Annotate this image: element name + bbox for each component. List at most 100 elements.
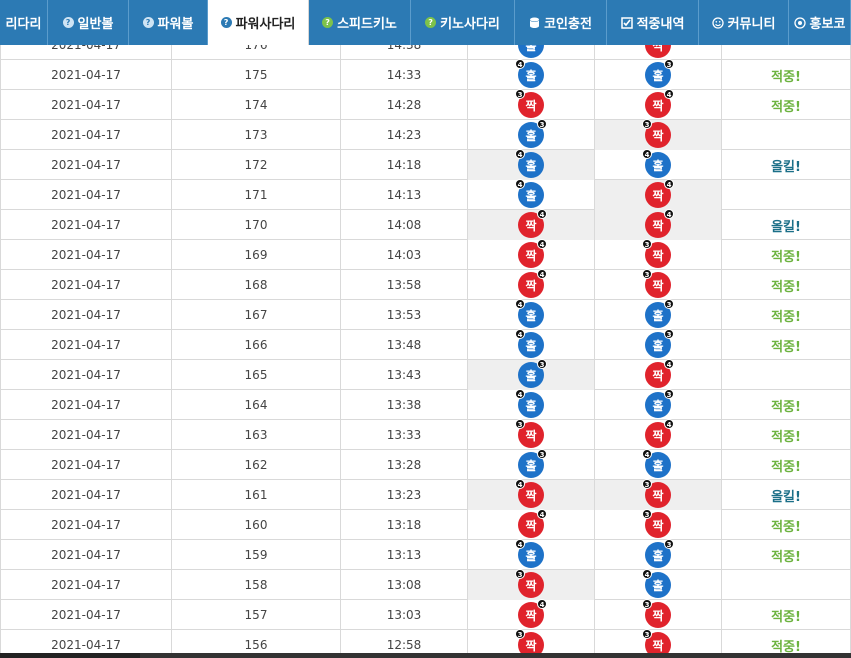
ball-label: 짝 — [652, 98, 664, 113]
even-ball: 짝3 — [515, 419, 544, 448]
ball-label: 홀 — [525, 548, 537, 563]
result-cell: 홀3 — [468, 119, 595, 150]
nav-item-8[interactable]: 커뮤니티 — [699, 0, 789, 45]
pick-cell: 짝4 — [595, 419, 722, 450]
nav-item-label: 스피드키노 — [337, 17, 397, 32]
ball-label: 홀 — [525, 128, 537, 143]
date-cell: 2021-04-17 — [0, 420, 172, 450]
nav-item-2[interactable]: ? 파워볼 — [129, 0, 208, 45]
nav-item-6[interactable]: 코인충전 — [515, 0, 607, 45]
nav-item-label: 적중내역 — [636, 17, 685, 32]
hit-status: 적중! — [722, 600, 851, 630]
date-cell: 2021-04-17 — [0, 180, 172, 210]
table-row: 2021-04-17 162 13:28 홀 3 홀 4 적중! — [0, 449, 851, 480]
ball-count-badge: 4 — [515, 299, 525, 309]
bottom-scrollbar[interactable] — [0, 653, 851, 658]
hit-status: 올킬! — [722, 150, 851, 180]
odd-ball: 홀4 — [515, 149, 544, 178]
nav-item-9[interactable]: 홍보코 — [789, 0, 851, 45]
odd-ball: 홀3 — [645, 299, 674, 328]
pick-cell: 짝4 — [595, 179, 722, 210]
hit-status: 적중! — [722, 60, 851, 90]
table-row: 2021-04-17 159 13:13 홀 4 홀 3 적중! — [0, 539, 851, 570]
result-cell: 짝4 — [468, 269, 595, 300]
ball-count-badge: 4 — [515, 179, 525, 189]
date-cell: 2021-04-17 — [0, 600, 172, 630]
table-row: 2021-04-17 158 13:08 짝 3 홀 4 — [0, 569, 851, 600]
round-cell: 167 — [172, 300, 341, 330]
round-cell: 172 — [172, 150, 341, 180]
nav-item-4[interactable]: ? 스피드키노 — [309, 0, 411, 45]
time-cell: 13:53 — [341, 300, 468, 330]
pick-cell: 짝3 — [595, 479, 722, 510]
round-cell: 157 — [172, 600, 341, 630]
result-cell: 짝3 — [468, 629, 595, 653]
time-cell: 14:13 — [341, 180, 468, 210]
result-cell: 홀4 — [468, 299, 595, 330]
result-cell: 홀4 — [468, 59, 595, 90]
round-cell: 168 — [172, 270, 341, 300]
even-ball: 짝3 — [515, 629, 544, 653]
date-cell: 2021-04-17 — [0, 60, 172, 90]
ball-label: 짝 — [525, 248, 537, 263]
table-row: 2021-04-17 167 13:53 홀 4 홀 3 적중! — [0, 299, 851, 330]
hit-status: 적중! — [722, 330, 851, 360]
ball-count-badge: 4 — [664, 419, 674, 429]
pick-cell: 짝4 — [595, 359, 722, 390]
time-cell: 14:38 — [341, 45, 468, 60]
time-cell: 13:28 — [341, 450, 468, 480]
time-cell: 13:03 — [341, 600, 468, 630]
question-circle-icon: ? — [425, 17, 437, 28]
round-cell: 170 — [172, 210, 341, 240]
top-nav: 리다리? 일반볼? 파워볼? 파워사다리? 스피드키노? 키노사다리 코인충전 적중내역 커뮤니… — [0, 0, 851, 45]
time-cell: 13:23 — [341, 480, 468, 510]
hit-status: 적중! — [722, 90, 851, 120]
result-cell: 홀4 — [468, 149, 595, 180]
even-ball: 짝3 — [515, 569, 544, 598]
pick-cell: 짝3 — [595, 239, 722, 270]
pick-cell: 홀4 — [595, 569, 722, 600]
time-cell: 13:43 — [341, 360, 468, 390]
ball-count-badge: 4 — [642, 449, 652, 459]
ball-label: 짝 — [652, 368, 664, 383]
odd-ball: 홀3 — [645, 329, 674, 358]
nav-item-0[interactable]: 리다리 — [0, 0, 48, 45]
round-cell: 174 — [172, 90, 341, 120]
ball-count-badge: 4 — [664, 89, 674, 99]
table-row: 2021-04-17 163 13:33 짝 3 짝 4 적중! — [0, 419, 851, 450]
ball-label: 짝 — [525, 518, 537, 533]
nav-item-label: 키노사다리 — [440, 17, 500, 32]
time-cell: 13:13 — [341, 540, 468, 570]
result-cell: 짝4 — [468, 479, 595, 510]
scrollbar-thumb[interactable] — [0, 653, 140, 658]
even-ball: 짝4 — [518, 509, 547, 538]
table-row: 2021-04-17 160 13:18 짝 4 짝 3 적중! — [0, 509, 851, 540]
ball-count-badge: 3 — [642, 479, 652, 489]
odd-ball: 홀3 — [645, 389, 674, 418]
hit-status: 적중! — [722, 510, 851, 540]
nav-item-5[interactable]: ? 키노사다리 — [411, 0, 515, 45]
hit-status: 적중! — [722, 450, 851, 480]
nav-item-7[interactable]: 적중내역 — [607, 0, 699, 45]
ball-label: 홀 — [525, 368, 537, 383]
odd-ball: 홀4 — [515, 389, 544, 418]
round-cell: 173 — [172, 120, 341, 150]
hit-status: 적중! — [722, 300, 851, 330]
ball-count-badge: 3 — [537, 449, 547, 459]
odd-ball: 홀4 — [515, 59, 544, 88]
ball-label: 홀 — [652, 308, 664, 323]
ball-count-badge: 3 — [642, 269, 652, 279]
nav-item-label: 일반볼 — [77, 17, 114, 32]
ball-count-badge: 3 — [537, 359, 547, 369]
database-icon — [529, 17, 540, 29]
date-cell: 2021-04-17 — [0, 150, 172, 180]
result-cell: 홀3 — [468, 449, 595, 480]
nav-item-1[interactable]: ? 일반볼 — [48, 0, 129, 45]
ball-label: 홀 — [525, 158, 537, 173]
pick-cell: 홀3 — [595, 299, 722, 330]
nav-item-3[interactable]: ? 파워사다리 — [208, 0, 309, 45]
time-cell: 14:18 — [341, 150, 468, 180]
ball-count-badge: 4 — [664, 179, 674, 189]
ball-label: 홀 — [652, 398, 664, 413]
pick-cell: 짝3 — [595, 269, 722, 300]
